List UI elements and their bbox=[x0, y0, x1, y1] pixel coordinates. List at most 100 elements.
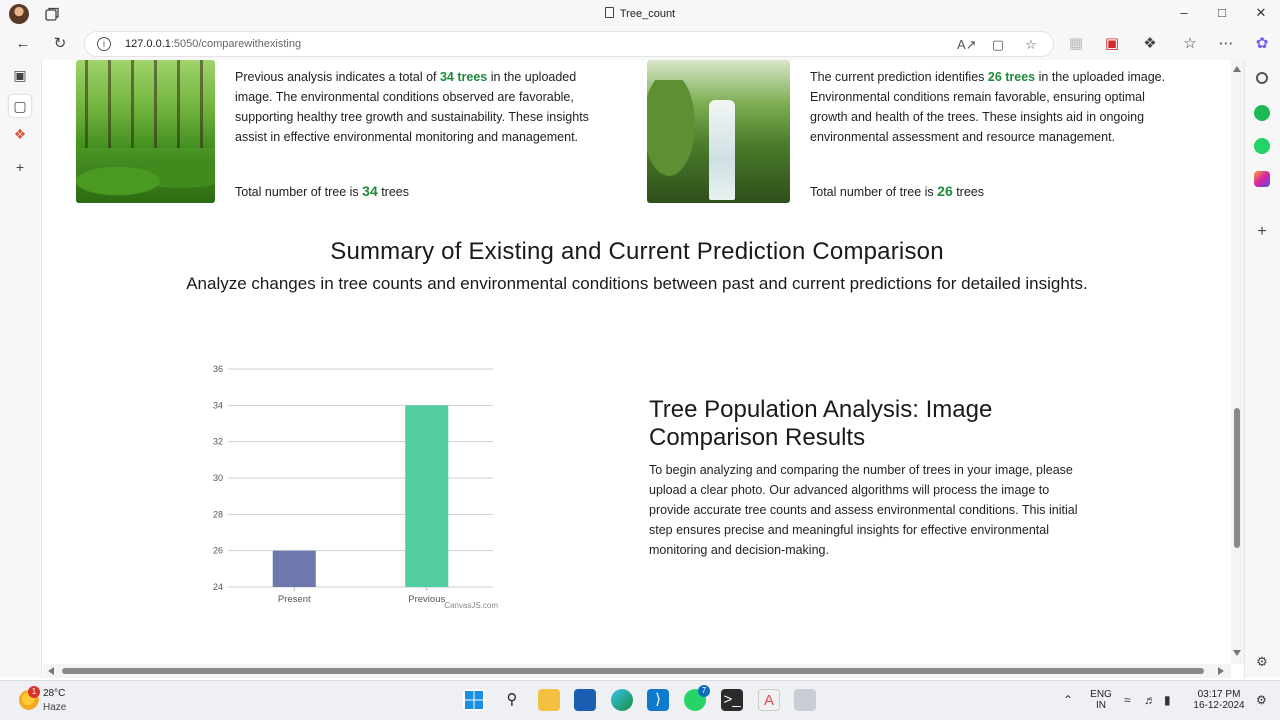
browser-navbar: ← ↻ i 127.0.0.1:5050/comparewithexisting… bbox=[0, 28, 1280, 60]
volume-icon[interactable]: ♬ bbox=[1144, 693, 1156, 707]
whatsapp-icon[interactable] bbox=[1254, 138, 1270, 154]
url-host: 127.0.0.1 bbox=[125, 38, 171, 50]
chart-y-tick-label: 30 bbox=[213, 473, 223, 483]
back-icon[interactable]: ← bbox=[13, 34, 33, 54]
favorite-star-icon[interactable]: ☆ bbox=[1022, 36, 1040, 54]
vertical-scroll-thumb[interactable] bbox=[1234, 408, 1240, 548]
address-bar[interactable]: i 127.0.0.1:5050/comparewithexisting A↗ … bbox=[84, 31, 1054, 57]
battery-icon[interactable]: ▮ bbox=[1164, 693, 1171, 707]
sidebar-settings-icon[interactable]: ⚙ bbox=[1254, 654, 1270, 670]
database-icon[interactable] bbox=[794, 689, 816, 711]
analysis-body: To begin analyzing and comparing the num… bbox=[649, 463, 1078, 557]
refresh-icon[interactable]: ↻ bbox=[50, 34, 70, 54]
chart-y-tick-label: 24 bbox=[213, 582, 223, 592]
clock-time: 03:17 PM bbox=[1197, 689, 1241, 700]
windows-taskbar: 1 28°C Haze ⚲ ⟩ 7 >_ A ⌃ ENG IN ≈ ♬ ▮ 03… bbox=[0, 680, 1280, 720]
whatsapp-badge: 7 bbox=[698, 685, 710, 697]
current-total-suffix: trees bbox=[952, 185, 984, 199]
more-menu-icon[interactable]: ⋯ bbox=[1216, 34, 1236, 54]
spotify-icon[interactable] bbox=[1254, 105, 1270, 121]
extensions-icon[interactable]: ❖ bbox=[1140, 34, 1160, 54]
vertical-tabs-sidebar: ▣ ▢ ❖ + bbox=[0, 60, 42, 678]
page-viewport: Previous analysis indicates a total of 3… bbox=[43, 60, 1231, 664]
split-screen-icon[interactable]: ▦ bbox=[1066, 34, 1086, 54]
figma-tab-icon[interactable]: ❖ bbox=[11, 125, 29, 143]
current-text-before: The current prediction identifies bbox=[810, 70, 988, 84]
chart-bar bbox=[405, 405, 449, 587]
terminal-icon[interactable]: >_ bbox=[721, 689, 743, 711]
wifi-icon[interactable]: ≈ bbox=[1124, 693, 1131, 707]
vertical-scrollbar[interactable] bbox=[1231, 60, 1244, 664]
current-total-value: 26 bbox=[937, 183, 953, 199]
notifications-icon[interactable]: ⚙ bbox=[1256, 693, 1267, 707]
pdf-extension-icon[interactable]: ▣ bbox=[1102, 34, 1122, 54]
file-explorer-icon[interactable] bbox=[538, 689, 560, 711]
analysis-title: Tree Population Analysis: Image Comparis… bbox=[649, 396, 993, 451]
search-taskbar-icon[interactable]: ⚲ bbox=[501, 689, 523, 711]
app-icon[interactable]: A bbox=[758, 689, 780, 711]
previous-forest-image bbox=[76, 60, 215, 203]
chart-x-tick-label: Present bbox=[278, 594, 311, 605]
copilot-icon[interactable]: ✿ bbox=[1252, 34, 1272, 54]
chart-y-tick-label: 32 bbox=[213, 437, 223, 447]
url-text[interactable]: 127.0.0.1:5050/comparewithexisting bbox=[125, 38, 301, 50]
edge-sidebar: + ⚙ bbox=[1244, 60, 1280, 678]
lang-top: ENG bbox=[1090, 689, 1112, 700]
temperature[interactable]: 28°C bbox=[43, 688, 65, 699]
tray-overflow-icon[interactable]: ⌃ bbox=[1063, 693, 1073, 707]
maximize-button[interactable]: □ bbox=[1212, 5, 1232, 20]
chart-y-tick-label: 26 bbox=[213, 546, 223, 556]
current-description: The current prediction identifies 26 tre… bbox=[810, 67, 1170, 147]
chart-y-tick-label: 36 bbox=[213, 364, 223, 374]
chart-y-tick-label: 28 bbox=[213, 509, 223, 519]
previous-total-suffix: trees bbox=[377, 185, 409, 199]
vscode-icon[interactable]: ⟩ bbox=[647, 689, 669, 711]
store-icon[interactable] bbox=[574, 689, 596, 711]
browser-titlebar: Tree_count – □ ✕ bbox=[0, 0, 1280, 28]
url-path: :5050/comparewithexisting bbox=[170, 38, 302, 50]
scroll-up-arrow[interactable] bbox=[1233, 66, 1241, 72]
previous-total-value: 34 bbox=[362, 183, 378, 199]
current-total-prefix: Total number of tree is bbox=[810, 185, 938, 199]
chart-x-tick-label: Previous bbox=[408, 594, 445, 605]
immersive-reader-icon[interactable]: ▢ bbox=[989, 36, 1007, 54]
chart-y-tick-label: 34 bbox=[213, 400, 223, 410]
previous-total-prefix: Total number of tree is bbox=[235, 185, 363, 199]
page-icon bbox=[604, 7, 614, 18]
close-button[interactable]: ✕ bbox=[1251, 5, 1271, 21]
scroll-right-arrow[interactable] bbox=[1218, 667, 1224, 675]
comparison-bar-chart: 24 26 28 30 32 34 36 Present Previous CanvasJS.co… bbox=[203, 356, 523, 616]
chart-credit: CanvasJS.com bbox=[444, 601, 498, 610]
language-indicator[interactable]: ENG IN bbox=[1089, 689, 1113, 711]
instagram-icon[interactable] bbox=[1254, 171, 1270, 187]
active-tab[interactable]: Tree_count bbox=[0, 7, 1280, 20]
read-aloud-icon[interactable]: A↗ bbox=[957, 36, 977, 54]
clock-date: 16-12-2024 bbox=[1193, 700, 1245, 711]
current-total: Total number of tree is 26 trees bbox=[810, 183, 984, 199]
site-info-icon[interactable]: i bbox=[97, 37, 111, 51]
favorites-icon[interactable]: ☆ bbox=[1180, 34, 1200, 54]
summary-subtitle: Analyze changes in tree counts and envir… bbox=[186, 274, 1088, 293]
current-page-tab-icon[interactable]: ▢ bbox=[9, 95, 31, 117]
chart-bar bbox=[272, 550, 316, 587]
current-count-label: 26 trees bbox=[987, 70, 1036, 84]
scroll-left-arrow[interactable] bbox=[48, 667, 54, 675]
add-sidebar-app-icon[interactable]: + bbox=[1254, 224, 1270, 240]
previous-description: Previous analysis indicates a total of 3… bbox=[235, 67, 605, 147]
previous-total: Total number of tree is 34 trees bbox=[235, 183, 409, 199]
summary-title: Summary of Existing and Current Predicti… bbox=[330, 238, 944, 265]
minimize-button[interactable]: – bbox=[1174, 5, 1194, 20]
tab-title: Tree_count bbox=[619, 8, 676, 20]
horizontal-scrollbar[interactable] bbox=[43, 664, 1231, 678]
previous-text-before: Previous analysis indicates a total of bbox=[235, 70, 440, 84]
chart-svg: 24 26 28 30 32 34 36 Present PreviousCanvasJS.co… bbox=[213, 364, 498, 610]
search-icon[interactable] bbox=[1256, 72, 1268, 84]
new-tab-icon[interactable]: + bbox=[11, 158, 29, 176]
scroll-down-arrow[interactable] bbox=[1233, 650, 1241, 656]
clock[interactable]: 03:17 PM 16-12-2024 bbox=[1190, 689, 1248, 711]
horizontal-scroll-thumb[interactable] bbox=[62, 668, 1204, 674]
tab-manager-icon[interactable]: ▣ bbox=[11, 66, 29, 84]
weather-condition[interactable]: Haze bbox=[43, 702, 66, 713]
edge-taskbar-icon[interactable] bbox=[611, 689, 633, 711]
start-icon[interactable] bbox=[463, 689, 485, 711]
